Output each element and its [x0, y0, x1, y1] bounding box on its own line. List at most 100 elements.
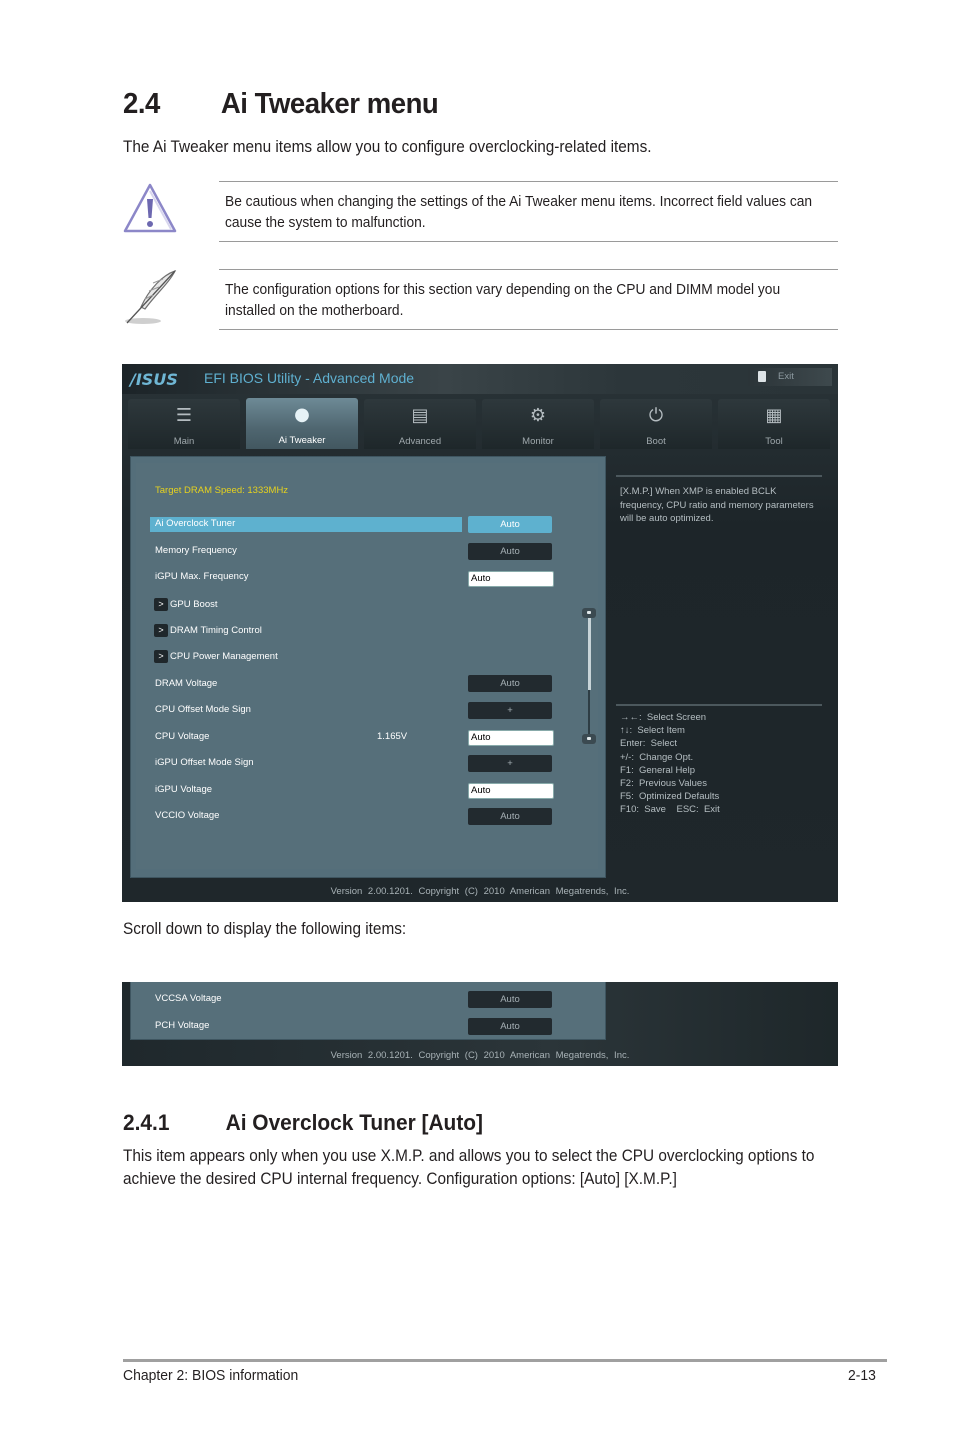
- key-legend: →←: Select Screen ↑↓: Select Item Enter:…: [620, 711, 820, 817]
- footer-page-number: 2-13: [848, 1367, 876, 1384]
- note-feather-icon: [123, 269, 183, 332]
- setting-label: DRAM Voltage: [155, 678, 218, 689]
- tab-label: Tool: [765, 436, 783, 447]
- bios-title: EFI BIOS Utility - Advanced Mode: [204, 370, 415, 386]
- section-number: 2.4: [123, 88, 160, 120]
- warning-text: Be cautious when changing the settings o…: [225, 194, 813, 231]
- tab-label: Main: [173, 436, 195, 447]
- tab-boot[interactable]: ⏻ Boot: [600, 399, 712, 449]
- vccio-voltage-value[interactable]: Auto: [468, 808, 552, 825]
- scrollbar-thumb[interactable]: [588, 616, 591, 690]
- subsection-body: This item appears only when you use X.M.…: [123, 1147, 815, 1188]
- memory-frequency-value[interactable]: Auto: [468, 543, 552, 560]
- setting-label: CPU Offset Mode Sign: [155, 704, 251, 715]
- submenu-arrow-icon: >: [154, 650, 168, 663]
- cpu-voltage-input[interactable]: Auto: [468, 730, 554, 746]
- cpu-voltage-reading: 1.165V: [377, 731, 408, 742]
- submenu-arrow-icon: >: [154, 624, 168, 637]
- section-title: Ai Tweaker menu: [220, 88, 439, 120]
- ai-tweaker-icon: ●: [294, 404, 310, 425]
- scroll-down-icon[interactable]: [582, 734, 596, 744]
- section-intro: The Ai Tweaker menu items allow you to c…: [123, 138, 652, 156]
- tab-label: Boot: [646, 436, 666, 447]
- setting-igpu-voltage[interactable]: iGPU Voltage: [150, 783, 462, 798]
- bios-tabs: ☰ Main ● Ai Tweaker ▤ Advanced ⚙ Monitor…: [128, 398, 834, 449]
- key-hint: F10: Save ESC: Exit: [620, 804, 720, 816]
- setting-label: iGPU Voltage: [155, 784, 213, 795]
- tab-label: Advanced: [398, 436, 442, 447]
- setting-label: CPU Power Management: [170, 651, 278, 662]
- setting-label: iGPU Max. Frequency: [155, 571, 249, 582]
- tab-tool[interactable]: ▦ Tool: [718, 399, 830, 449]
- tab-label: Ai Tweaker: [278, 435, 326, 446]
- setting-vccsa-voltage[interactable]: VCCSA Voltage: [150, 992, 462, 1007]
- tab-monitor[interactable]: ⚙ Monitor: [482, 399, 594, 449]
- exit-label: Exit: [778, 371, 794, 382]
- monitor-icon: ⚙: [529, 405, 547, 426]
- setting-label: CPU Voltage: [155, 731, 210, 742]
- setting-cpu-voltage[interactable]: CPU Voltage: [150, 730, 462, 745]
- divider: [219, 329, 838, 330]
- power-icon: ⏻: [648, 405, 664, 426]
- info-text: The configuration options for this secti…: [225, 282, 781, 319]
- igpu-offset-mode-sign-value[interactable]: +: [468, 755, 552, 772]
- target-dram-speed: Target DRAM Speed: 1333MHz: [155, 485, 289, 496]
- pch-voltage-value[interactable]: Auto: [468, 1018, 552, 1035]
- setting-cpu-offset-mode-sign[interactable]: CPU Offset Mode Sign: [150, 703, 462, 718]
- setting-label: VCCSA Voltage: [155, 993, 222, 1004]
- submenu-dram-timing-control[interactable]: > DRAM Timing Control: [150, 624, 462, 639]
- ai-overclock-tuner-value[interactable]: Auto: [468, 516, 552, 533]
- list-icon: ☰: [175, 405, 193, 426]
- bios-screenshot: /ISUS EFI BIOS Utility - Advanced Mode E…: [122, 364, 838, 902]
- setting-vccio-voltage[interactable]: VCCIO Voltage: [150, 809, 462, 824]
- bios-title-bar: /ISUS EFI BIOS Utility - Advanced Mode E…: [122, 364, 838, 394]
- setting-label: GPU Boost: [170, 599, 218, 610]
- divider: [219, 241, 838, 242]
- bios-version: Version 2.00.1201. Copyright (C) 2010 Am…: [330, 1050, 630, 1061]
- submenu-cpu-power-management[interactable]: > CPU Power Management: [150, 650, 462, 665]
- setting-dram-voltage[interactable]: DRAM Voltage: [150, 677, 462, 692]
- divider: [616, 704, 822, 706]
- exit-button[interactable]: Exit: [748, 368, 832, 386]
- key-hint: F1: General Help: [620, 764, 695, 776]
- tab-main[interactable]: ☰ Main: [128, 399, 240, 449]
- submenu-gpu-boost[interactable]: > GPU Boost: [150, 598, 462, 613]
- tab-ai-tweaker[interactable]: ● Ai Tweaker: [246, 398, 358, 449]
- setting-label: DRAM Timing Control: [170, 625, 262, 636]
- vccsa-voltage-value[interactable]: Auto: [468, 991, 552, 1008]
- setting-igpu-offset-mode-sign[interactable]: iGPU Offset Mode Sign: [150, 756, 462, 771]
- help-description: [X.M.P.] When XMP is enabled BCLK freque…: [620, 486, 814, 524]
- scroll-up-icon[interactable]: [582, 608, 596, 618]
- subsection-heading: 2.4.1 Ai Overclock Tuner [Auto]: [123, 1110, 483, 1136]
- scroll-caption: Scroll down to display the following ite…: [123, 920, 407, 938]
- warning-note: Be cautious when changing the settings o…: [123, 181, 838, 243]
- submenu-arrow-icon: >: [154, 598, 168, 611]
- bios-version: Version 2.00.1201. Copyright (C) 2010 Am…: [330, 886, 630, 897]
- advanced-icon: ▤: [411, 405, 429, 426]
- setting-ai-overclock-tuner[interactable]: Ai Overclock Tuner: [150, 517, 462, 532]
- setting-pch-voltage[interactable]: PCH Voltage: [150, 1019, 462, 1034]
- subsection-number: 2.4.1: [123, 1110, 170, 1135]
- section-heading: 2.4 Ai Tweaker menu: [123, 88, 439, 121]
- divider: [616, 475, 822, 477]
- igpu-voltage-input[interactable]: Auto: [468, 783, 554, 799]
- setting-label: iGPU Offset Mode Sign: [155, 757, 254, 768]
- exit-door-icon: [758, 371, 766, 382]
- footer-divider: [123, 1359, 887, 1362]
- setting-memory-frequency[interactable]: Memory Frequency: [150, 544, 462, 559]
- igpu-max-frequency-input[interactable]: Auto: [468, 571, 554, 587]
- key-hint: Enter: Select: [620, 738, 678, 750]
- setting-igpu-max-frequency[interactable]: iGPU Max. Frequency: [150, 570, 462, 585]
- key-hint: F5: Optimized Defaults: [620, 791, 720, 803]
- key-hint: →←: Select Screen: [620, 712, 707, 723]
- tab-advanced[interactable]: ▤ Advanced: [364, 399, 476, 449]
- subsection-title: Ai Overclock Tuner [Auto]: [225, 1110, 484, 1135]
- setting-label: Ai Overclock Tuner: [155, 518, 236, 529]
- key-hint: ↑↓: Select Item: [620, 725, 685, 737]
- cpu-offset-mode-sign-value[interactable]: +: [468, 702, 552, 719]
- setting-label: PCH Voltage: [155, 1020, 210, 1031]
- dram-voltage-value[interactable]: Auto: [468, 675, 552, 692]
- divider: [219, 181, 838, 182]
- setting-label: Memory Frequency: [155, 545, 237, 556]
- info-note: The configuration options for this secti…: [123, 269, 838, 331]
